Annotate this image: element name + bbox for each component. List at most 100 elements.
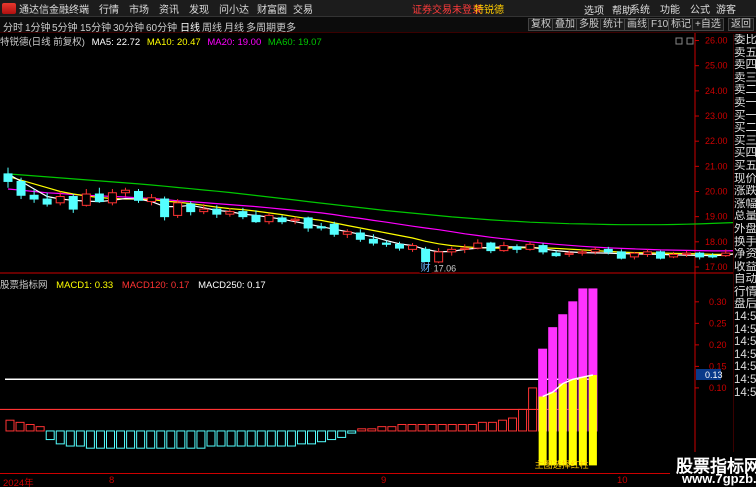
period-daily[interactable]: 日线 (180, 19, 200, 34)
side-panel-item[interactable]: 自动 (734, 273, 756, 286)
side-panel-item[interactable]: 涨跌 (734, 185, 756, 198)
macd-bar-yellow (548, 392, 557, 466)
side-panel-item[interactable]: 收益 (734, 261, 756, 274)
period-5min[interactable]: 5分钟 (52, 19, 78, 34)
price-tick-label: 22.00 (705, 136, 728, 146)
back-button[interactable]: 返回 (728, 18, 754, 31)
restore-rights-button[interactable]: 复权 (528, 18, 554, 31)
side-panel-item[interactable]: 买三 (734, 135, 756, 148)
period-15min[interactable]: 15分钟 (80, 19, 111, 34)
side-panel-item[interactable]: 14:50 (734, 374, 756, 387)
macd-bar-red (15, 421, 25, 432)
period-more[interactable]: 更多 (276, 19, 296, 34)
side-panel-item[interactable]: 买五 (734, 160, 756, 173)
side-panel-item[interactable]: 卖一 (734, 97, 756, 110)
macd-bar-cyan (136, 430, 146, 449)
menu-hangqing[interactable]: 行情 (99, 1, 129, 16)
candle-up (682, 252, 692, 255)
period-multi[interactable]: 多周期 (246, 19, 276, 34)
macd-bar-yellow (568, 379, 577, 466)
candle-up (642, 251, 652, 255)
candle-up (577, 251, 587, 254)
side-panel-item[interactable]: 14:50 (734, 311, 756, 324)
candle-down (512, 246, 522, 250)
macd-bar-cyan (236, 430, 246, 447)
side-panel-item[interactable]: 行情 (734, 286, 756, 299)
menu-bangzhu[interactable]: 帮助 (612, 2, 632, 17)
price-tick-label: 24.00 (705, 86, 728, 96)
side-panel-item[interactable]: 涨幅 (734, 198, 756, 211)
side-panel-item[interactable]: 卖四 (734, 59, 756, 72)
quote-side-panel[interactable]: 委比 卖五 卖四 卖三 卖二 卖一 买一 买二 买三 买四 买五 现价 涨跌 涨幅 总量 外盘 换手 净资 收益 自动… (733, 34, 756, 474)
side-panel-item[interactable]: 14:50 (734, 324, 756, 337)
macd-bar-cyan (65, 430, 75, 447)
side-panel-item[interactable]: 委比 (734, 34, 756, 47)
macd-bar-red (427, 424, 437, 432)
stock-name-label: 特锐德 (474, 4, 504, 16)
candle-up (460, 247, 470, 250)
menu-faxian[interactable]: 发现 (189, 1, 219, 16)
macd-tick-label: 0.30 (709, 297, 727, 307)
macd-bar-cyan (327, 430, 337, 441)
menu-xuanxiang[interactable]: 选项 (584, 2, 604, 17)
period-weekly[interactable]: 周线 (202, 19, 222, 34)
period-1min[interactable]: 1分钟 (25, 19, 51, 34)
macd-bar-red (397, 424, 407, 432)
multi-stock-button[interactable]: 多股 (576, 18, 602, 31)
side-panel-item[interactable]: 盘后 (734, 298, 756, 311)
macd-bar-red (477, 421, 487, 432)
side-panel-item[interactable]: 买二 (734, 122, 756, 135)
date-month-10: 10 (617, 475, 628, 486)
period-fenshi[interactable]: 分时 (3, 19, 23, 34)
candle-down (160, 198, 170, 218)
macd-bar-red (518, 408, 528, 432)
macd-bar-red (357, 428, 367, 432)
macd-bar-cyan (206, 430, 216, 447)
side-panel-item[interactable]: 14:50 (734, 336, 756, 349)
period-60min[interactable]: 60分钟 (146, 19, 177, 34)
macd-bar-cyan (317, 430, 327, 443)
side-panel-item[interactable]: 14:50 (734, 361, 756, 374)
stock-chart[interactable]: 26.00 25.00 24.00 23.00 22.00 21.00 20.00 19.00… (0, 33, 733, 474)
candle-up (173, 202, 183, 216)
side-panel-item[interactable]: 净资 (734, 248, 756, 261)
period-30min[interactable]: 30分钟 (113, 19, 144, 34)
menu-shichang[interactable]: 市场 (129, 1, 159, 16)
app-logo-icon (2, 2, 16, 14)
side-panel-item[interactable]: 买四 (734, 147, 756, 160)
macd-bar-cyan (286, 430, 296, 447)
mark-button[interactable]: 标记 (668, 18, 694, 31)
candle-down (395, 243, 404, 249)
menu-zixun[interactable]: 资讯 (159, 1, 189, 16)
candle-down (551, 252, 561, 257)
menu-wenxiaoda[interactable]: 问小达 (219, 1, 257, 16)
menu-caifuquan[interactable]: 财富圈 (257, 1, 293, 16)
candle-up (590, 248, 600, 253)
add-favorite-button[interactable]: +自选 (692, 18, 724, 31)
macd-bar-red (457, 424, 467, 432)
statistics-button[interactable]: 统计 (600, 18, 626, 31)
side-panel-item[interactable]: 外盘 (734, 223, 756, 236)
macd-bar-red (487, 421, 497, 432)
menu-xitong[interactable]: 系统 (630, 1, 660, 16)
menu-jiaoyi[interactable]: 交易 (293, 1, 323, 16)
menu-gongneng[interactable]: 功能 (660, 1, 690, 16)
period-monthly[interactable]: 月线 (224, 19, 244, 34)
price-tick-label: 25.00 (705, 61, 728, 71)
macd-bar-cyan (95, 430, 105, 449)
side-panel-item[interactable]: 买一 (734, 110, 756, 123)
main-menu: 行情 市场 资讯 发现 问小达 财富圈 交易 (99, 1, 323, 16)
side-panel-item[interactable]: 换手 (734, 236, 756, 249)
guest-label[interactable]: 游客 (716, 1, 736, 16)
side-panel-item[interactable]: 卖三 (734, 72, 756, 85)
side-panel-item[interactable]: 14:50 (734, 387, 756, 400)
side-panel-item[interactable]: 14:50 (734, 349, 756, 362)
side-panel-item[interactable]: 总量 (734, 210, 756, 223)
login-warning[interactable]: 证券交易未登录 (412, 1, 482, 16)
side-panel-item[interactable]: 现价 (734, 173, 756, 186)
side-panel-item[interactable]: 卖二 (734, 84, 756, 97)
side-panel-item[interactable]: 卖五 (734, 47, 756, 60)
draw-line-button[interactable]: 画线 (624, 18, 650, 31)
overlay-button[interactable]: 叠加 (552, 18, 578, 31)
candle-up (473, 242, 483, 249)
